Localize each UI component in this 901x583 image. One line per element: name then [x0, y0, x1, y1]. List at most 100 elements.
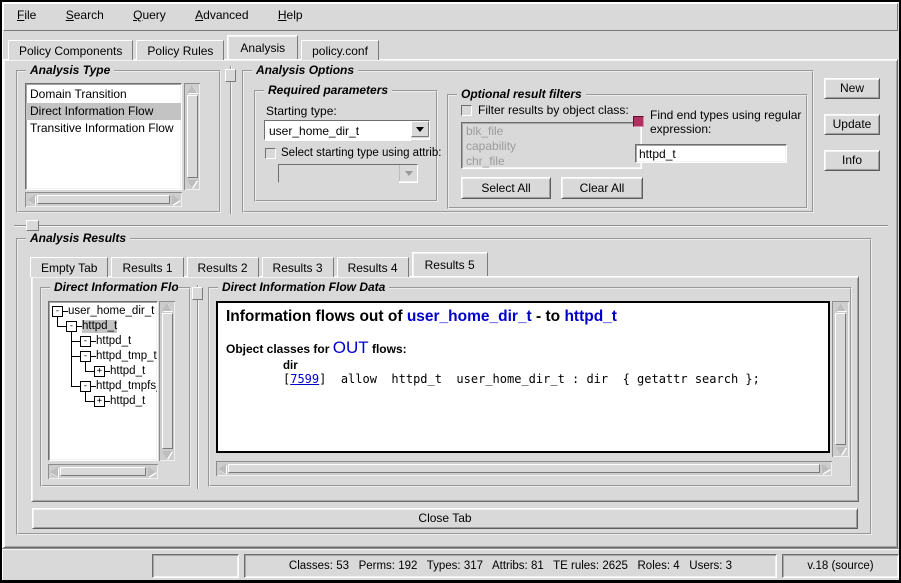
scroll-up-icon[interactable]	[162, 303, 172, 311]
tree-expand-toggle[interactable]: +	[94, 396, 105, 407]
flow-data-text[interactable]: Information flows out of user_home_dir_t…	[216, 301, 830, 453]
tree-node-label[interactable]: user_home_dir_t	[68, 305, 154, 318]
flow-direction: OUT	[333, 338, 369, 358]
attrib-combobox-disabled	[278, 164, 418, 183]
filter-checkbox-row[interactable]: Filter results by object class:	[461, 103, 629, 117]
tree-line	[85, 392, 86, 401]
scroll-down-icon[interactable]	[162, 451, 172, 459]
scroll-left-icon[interactable]	[50, 467, 58, 477]
scroll-thumb[interactable]	[162, 313, 173, 449]
tree-line	[85, 362, 86, 371]
select-all-button[interactable]: Select All	[461, 177, 551, 199]
object-class-item: chr_file	[466, 154, 637, 169]
regex-checkbox-row[interactable]: Find end types using regular expression:	[633, 108, 804, 136]
attrib-checkbox-row[interactable]: Select starting type using attrib:	[265, 147, 441, 159]
menu-help[interactable]: Help	[276, 4, 305, 26]
menu-advanced[interactable]: Advanced	[193, 4, 250, 26]
pane-sash-handle[interactable]	[225, 69, 236, 82]
optional-filters-title: Optional result filters	[457, 87, 586, 101]
tab-empty[interactable]: Empty Tab	[30, 257, 108, 277]
menu-file[interactable]: File	[15, 4, 38, 26]
clear-all-button[interactable]: Clear All	[561, 177, 643, 199]
tree-expand-toggle[interactable]: -	[66, 321, 77, 332]
tab-results-2[interactable]: Results 2	[187, 257, 259, 277]
tree-expand-toggle[interactable]: -	[80, 351, 91, 362]
tab-policy-rules[interactable]: Policy Rules	[136, 40, 224, 60]
tab-results-1[interactable]: Results 1	[111, 257, 183, 277]
regex-entry[interactable]	[635, 144, 787, 163]
data-vscrollbar[interactable]	[832, 301, 849, 457]
info-button[interactable]: Info	[824, 150, 880, 171]
analysis-type-frame: Analysis Type Domain Transition Direct I…	[16, 70, 221, 213]
scroll-down-icon[interactable]	[187, 180, 197, 188]
menu-search[interactable]: Search	[64, 4, 106, 26]
pane-sash-vertical[interactable]	[230, 66, 232, 214]
tab-analysis[interactable]: Analysis	[227, 35, 298, 59]
list-item[interactable]: Transitive Information Flow	[26, 120, 181, 137]
scroll-up-icon[interactable]	[187, 85, 197, 93]
flow-data-frame: Direct Information Flow Data Information…	[208, 287, 852, 487]
menu-query[interactable]: Query	[131, 4, 168, 26]
results-sash-handle[interactable]	[192, 287, 203, 300]
starting-type-value[interactable]: user_home_dir_t	[265, 121, 411, 141]
tree-node-label[interactable]: httpd_tmpfs_t	[96, 380, 158, 393]
source-type: user_home_dir_t	[407, 308, 532, 325]
combo-dropdown-button[interactable]	[411, 121, 429, 137]
attrib-checkbox[interactable]	[265, 148, 276, 159]
attrib-combo-value	[279, 165, 399, 185]
tree-node-label[interactable]: httpd_tmp_t	[96, 350, 157, 363]
list-item-selected[interactable]: Direct Information Flow	[26, 103, 181, 120]
flow-data-title: Direct Information Flow Data	[218, 280, 389, 294]
tree-expand-toggle[interactable]: -	[80, 336, 91, 347]
tree-hscrollbar[interactable]	[48, 464, 158, 479]
regex-checkbox-checked[interactable]	[633, 116, 644, 127]
scroll-thumb[interactable]	[835, 313, 846, 445]
analysis-type-vscrollbar[interactable]	[184, 83, 200, 190]
tab-policy-conf[interactable]: policy.conf	[301, 40, 379, 60]
tree-expand-toggle[interactable]: +	[94, 366, 105, 377]
tree-expand-toggle[interactable]: -	[80, 381, 91, 392]
tree-line	[71, 341, 80, 342]
scroll-left-icon[interactable]	[27, 195, 35, 205]
scroll-right-icon[interactable]	[172, 195, 180, 205]
analysis-options-frame: Analysis Options Required parameters Sta…	[242, 70, 814, 213]
filter-by-class-checkbox[interactable]	[461, 105, 472, 116]
list-item[interactable]: Domain Transition	[26, 86, 181, 103]
rule-number-link[interactable]: 7599	[290, 372, 319, 386]
scroll-thumb[interactable]	[60, 467, 146, 476]
scroll-right-icon[interactable]	[148, 467, 156, 477]
flow-tree[interactable]: - - - - + - + user_home_dir_t httpd_t ht…	[48, 301, 158, 461]
results-content: Direct Information Flow T	[31, 276, 859, 502]
tree-line	[71, 356, 80, 357]
update-button[interactable]: Update	[824, 114, 880, 135]
tree-expand-toggle[interactable]: -	[52, 306, 63, 317]
tree-node-label[interactable]: httpd_t	[96, 335, 131, 348]
results-sash-vertical[interactable]	[197, 285, 199, 489]
scroll-up-icon[interactable]	[836, 303, 846, 311]
tab-results-4[interactable]: Results 4	[337, 257, 409, 277]
data-hscrollbar[interactable]	[216, 461, 832, 476]
close-tab-button[interactable]: Close Tab	[32, 508, 858, 529]
tree-node-label[interactable]: httpd_t	[110, 395, 145, 408]
tab-results-5[interactable]: Results 5	[412, 252, 488, 276]
new-button[interactable]: New	[824, 78, 880, 99]
starting-type-combobox[interactable]: user_home_dir_t	[264, 120, 430, 140]
status-policy-stats: Classes: 53 Perms: 192 Types: 317 Attrib…	[244, 554, 777, 578]
regex-entry-input[interactable]	[639, 147, 783, 161]
tree-node-label-selected[interactable]: httpd_t	[82, 320, 117, 333]
pane-sash-handle-h[interactable]	[26, 220, 39, 231]
tab-results-3[interactable]: Results 3	[262, 257, 334, 277]
scroll-thumb[interactable]	[228, 464, 820, 473]
pane-sash-horizontal[interactable]	[14, 225, 888, 227]
scroll-down-icon[interactable]	[836, 447, 846, 455]
scroll-right-icon[interactable]	[822, 464, 830, 474]
scroll-left-icon[interactable]	[218, 464, 226, 474]
analysis-type-hscrollbar[interactable]	[25, 192, 182, 207]
tree-node-label[interactable]: httpd_t	[110, 365, 145, 378]
tab-policy-components[interactable]: Policy Components	[8, 40, 133, 60]
scroll-thumb[interactable]	[187, 95, 198, 178]
scroll-thumb[interactable]	[37, 195, 170, 204]
tree-vscrollbar[interactable]	[159, 301, 175, 461]
analysis-type-listbox[interactable]: Domain Transition Direct Information Flo…	[25, 83, 182, 190]
flow-tree-frame: Direct Information Flow T	[40, 287, 191, 487]
